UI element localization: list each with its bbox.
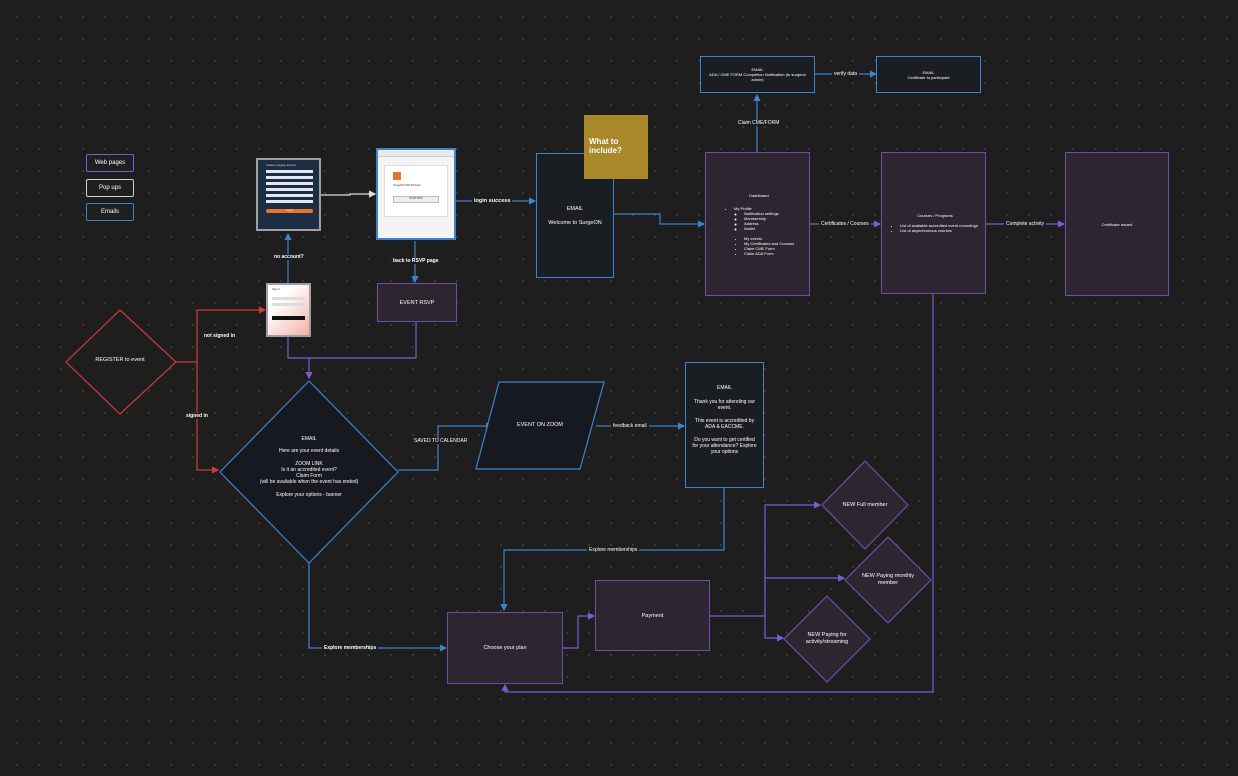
courses-list: List of available accredited event recor… [890, 223, 978, 233]
dashboard-node: Dashboard My Profile Notification settin… [705, 152, 810, 296]
edge-label-no-account: no account? [272, 254, 306, 260]
edge-popup-merge [287, 337, 309, 359]
courses-node: Courses / Programs List of available acc… [881, 152, 986, 294]
legend-emails: Emails [86, 203, 134, 221]
edge-welcome-dashboard [614, 213, 706, 228]
event-rsvp-node: EVENT RSVP [377, 283, 457, 322]
rsvp-mock-logo [393, 172, 401, 180]
legend-web-pages: Web pages [86, 154, 134, 172]
edge-label-complete-activity: Complete activity [1004, 221, 1047, 227]
dashboard-item: Wallet [744, 226, 779, 231]
courses-title: Courses / Programs [917, 213, 953, 218]
edge-label-signed-in: signed in [184, 413, 210, 419]
popup-mock: Sign in [266, 283, 311, 337]
rsvp-mock-button: RSVP NOW [393, 196, 439, 203]
edge-plan-activity [764, 616, 785, 642]
edge-login-rsvp [321, 190, 377, 198]
login-mock-title: Create a surgeon account [266, 164, 296, 167]
event-on-zoom-label: EVENT ON ZOOM [516, 422, 564, 428]
edge-plan-full [764, 501, 822, 616]
payment-node: Payment [595, 580, 710, 651]
rsvp-page-mock: SurgeON 2024 Webinar RSVP NOW [376, 148, 456, 240]
register-label: REGISTER to event [95, 357, 145, 363]
choose-plan-node: Choose your plan [447, 612, 563, 684]
certificate-issued-node: Certificate issued [1065, 152, 1169, 296]
popup-mock-title: Sign in [272, 288, 280, 291]
edge-label-feedback: feedback email [611, 423, 649, 429]
edge-label-verify-data: verify data [832, 71, 860, 77]
edge-explore-2 [308, 563, 448, 652]
email-ada-node: EMAIL ADA / CME FORM Completion Notifica… [700, 56, 815, 93]
dashboard-item: My Certificates and Courses [744, 241, 794, 246]
login-page-mock: Create a surgeon account Log in [256, 158, 321, 231]
dashboard-title: Dashboard [749, 192, 769, 198]
plan-full-label: NEW Full member [842, 502, 888, 508]
courses-item: List of asynchronous courses [900, 228, 978, 233]
login-mock-field [266, 182, 313, 185]
plan-activity-label: NEW Paying for activity/streaming [805, 632, 849, 645]
rsvp-mock-title: SurgeON 2024 Webinar [393, 184, 421, 187]
login-mock-button: Log in [266, 209, 313, 213]
edge-label-login-success: login success [472, 198, 513, 204]
edge-label-back-rsvp: back to RSVP page [391, 258, 441, 264]
dashboard-item: Claim ADA Form [744, 251, 794, 256]
edge-rsvp-merge [305, 322, 417, 380]
login-mock-field [266, 200, 313, 203]
legend-pop-ups: Pop ups [86, 179, 134, 197]
edge-label-saved-calendar: SAVED TO CALENDAR [412, 438, 470, 444]
edge-label-explore-1: Explore memberships [587, 547, 640, 553]
sticky-note: What to include? [584, 115, 648, 179]
edge-label-claim-cme: Claim CME/FORM [736, 120, 782, 126]
edge-label-not-signed-in: not signed in [202, 333, 238, 339]
plan-monthly-label: NEW Paying monthly member [862, 573, 914, 586]
edge-label-explore-2: Explore memberships [322, 645, 379, 651]
edge-plan-payment [563, 612, 596, 649]
login-mock-field [266, 176, 313, 179]
login-mock-field [266, 170, 313, 173]
edge-label-cert-courses: Certificates / Courses [819, 221, 871, 227]
dashboard-item: Notification settings [744, 211, 779, 216]
login-mock-field [266, 188, 313, 191]
email-cert-node: EMAIL Certificate to participant [876, 56, 981, 93]
dashboard-menu: My Profile Notification settings Members… [724, 206, 779, 231]
email-event-details-text: EMAIL Here are your event details ZOOM L… [259, 436, 359, 498]
login-mock-field [266, 194, 313, 197]
email-thanks-node: EMAIL Thank you for attending our event.… [685, 362, 764, 488]
